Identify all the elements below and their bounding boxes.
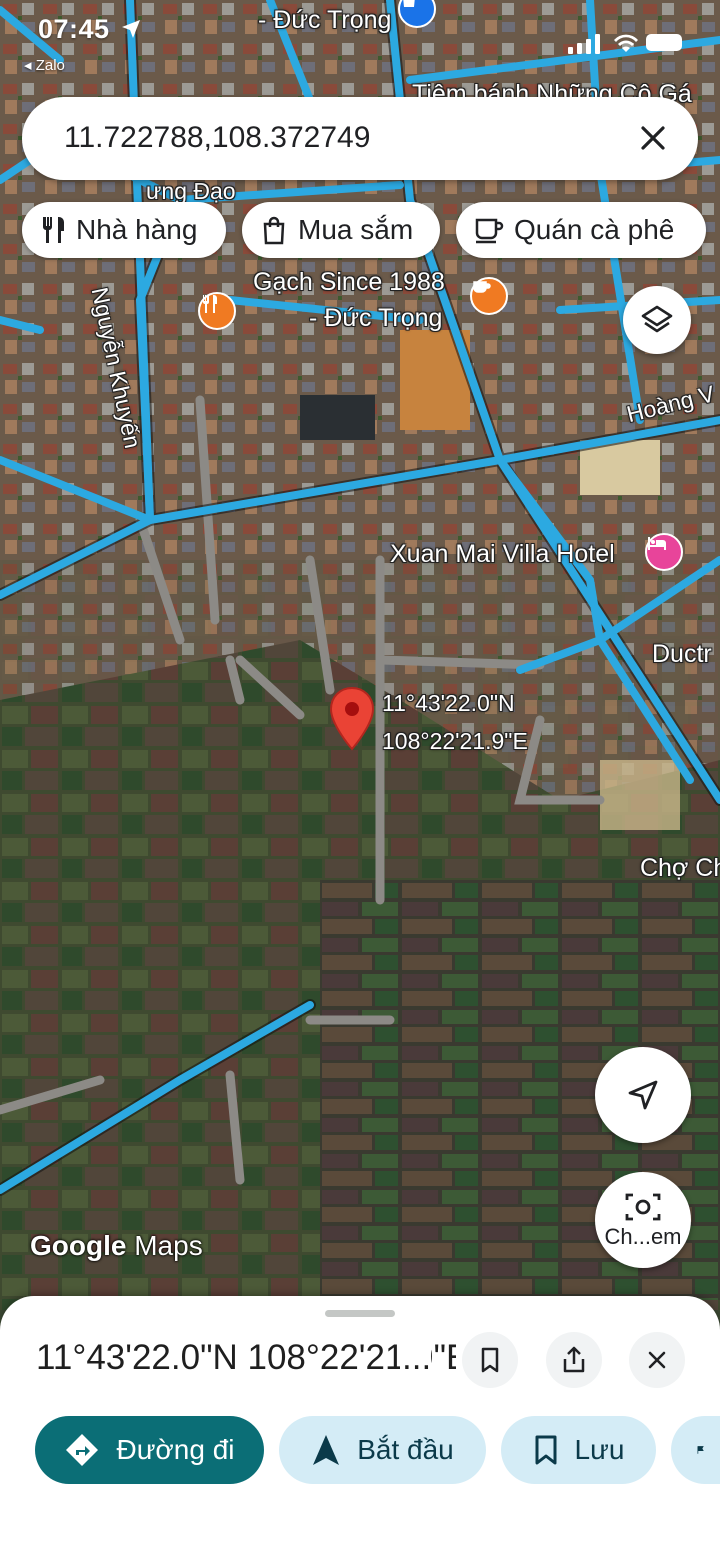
pin-longitude-label: 108°22'21.9"E (382, 728, 528, 754)
title-ellipsis: ... (400, 1338, 432, 1378)
directions-label: Đường đi (116, 1434, 235, 1465)
more-action-button[interactable] (671, 1416, 720, 1484)
place-bottom-sheet[interactable]: 11°43'22.0"N 108°22'21.9"E ... Đường đi … (0, 1296, 720, 1558)
flag-icon (697, 1446, 704, 1454)
chip-cafe[interactable]: Quán cà phê (456, 202, 706, 258)
map-label-cho-chie: Chợ Chie (640, 854, 720, 882)
directions-button[interactable]: Đường đi (35, 1416, 264, 1484)
bookmark-icon (535, 1435, 557, 1465)
map-label-ductr: Ductr (652, 640, 712, 668)
share-button[interactable] (546, 1332, 602, 1388)
chip-restaurants[interactable]: Nhà hàng (22, 202, 226, 258)
map-label-gach-line1: Gạch Since 1988 (253, 268, 445, 296)
location-arrow-icon (122, 20, 140, 38)
map-label-gach-line2: - Đức Trọng (309, 304, 443, 332)
chip-label: Mua sắm (298, 214, 414, 245)
map-label-hung-dao: ưng Đạo (146, 178, 236, 204)
location-pin-icon[interactable] (328, 686, 376, 752)
layers-icon (641, 305, 673, 333)
place-title: 11°43'22.0"N 108°22'21.9"E (36, 1338, 456, 1377)
my-location-button[interactable] (595, 1047, 691, 1143)
shopping-bag-icon (263, 216, 285, 245)
chip-shopping[interactable]: Mua sắm (242, 202, 440, 258)
hotel-poi-icon[interactable] (645, 533, 683, 571)
battery-icon (646, 34, 682, 51)
camera-label: Ch...em (604, 1224, 682, 1249)
bookmark-button[interactable] (462, 1332, 518, 1388)
layers-button[interactable] (623, 286, 691, 354)
pin-latitude-label: 11°43'22.0"N (382, 690, 515, 716)
cellular-signal-icon (568, 34, 600, 54)
camera-lens-icon (625, 1193, 661, 1221)
start-button[interactable]: Bắt đầu (279, 1416, 486, 1484)
restaurant-poi-icon[interactable] (198, 292, 236, 330)
bookmark-icon (481, 1347, 499, 1373)
search-query-text[interactable]: 11.722788,108.372749 (64, 121, 370, 155)
share-icon (563, 1346, 585, 1373)
directions-icon (66, 1434, 99, 1466)
google-maps-logo: Google Maps (30, 1230, 203, 1261)
wifi-icon (614, 34, 638, 52)
map-label-xuan-mai: Xuan Mai Villa Hotel (390, 540, 615, 568)
navigation-arrow-icon (628, 1080, 658, 1110)
restaurant-icon (43, 217, 64, 243)
close-sheet-button[interactable] (629, 1332, 685, 1388)
save-button[interactable]: Lưu (501, 1416, 656, 1484)
close-icon (648, 1351, 666, 1369)
clock: 07:45 (38, 14, 110, 44)
chip-label: Quán cà phê (514, 214, 675, 245)
clear-search-icon[interactable] (634, 119, 672, 157)
cafe-poi-icon[interactable] (470, 277, 508, 315)
navigation-start-icon (313, 1435, 340, 1465)
status-bar: 07:45 ◂ Zalo (0, 0, 720, 74)
save-label: Lưu (574, 1434, 625, 1465)
drag-handle[interactable] (325, 1310, 395, 1317)
chip-label: Nhà hàng (76, 214, 198, 245)
search-bar[interactable]: 11.722788,108.372749 (22, 97, 698, 180)
start-label: Bắt đầu (357, 1434, 454, 1465)
cafe-icon (475, 218, 504, 244)
back-to-app-link[interactable]: ◂ Zalo (24, 56, 65, 74)
camera-explore-button[interactable]: Ch...em (595, 1172, 691, 1268)
